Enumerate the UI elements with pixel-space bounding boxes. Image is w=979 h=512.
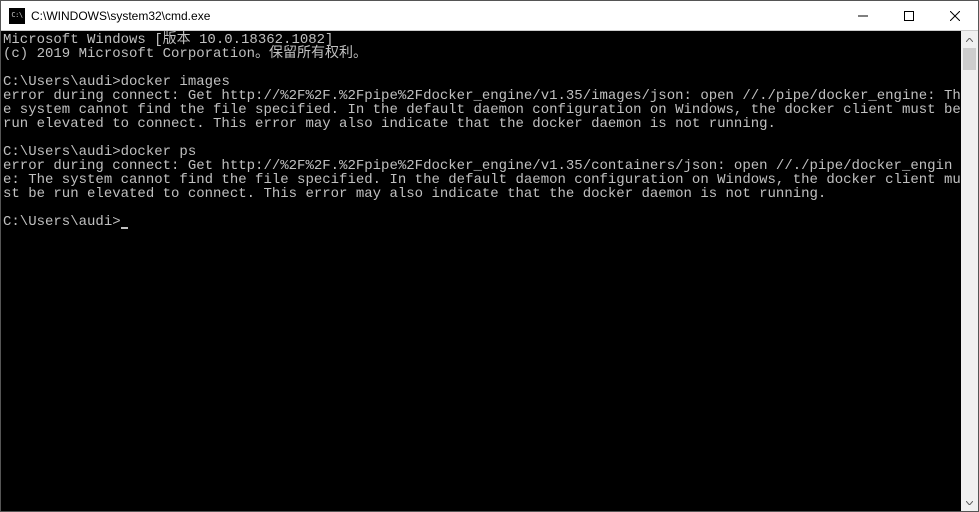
cmd-icon: C:\ [9, 8, 25, 24]
window-titlebar: C:\ C:\WINDOWS\system32\cmd.exe [1, 1, 978, 31]
prompt: C:\Users\audi> [3, 214, 121, 230]
scroll-up-button[interactable] [961, 31, 978, 48]
vertical-scrollbar[interactable] [961, 31, 978, 511]
scroll-down-button[interactable] [961, 494, 978, 511]
close-icon [950, 11, 960, 21]
maximize-icon [904, 11, 914, 21]
banner-line: (c) 2019 Microsoft Corporation。保留所有权利。 [3, 46, 367, 62]
scrollbar-thumb[interactable] [963, 48, 976, 70]
chevron-down-icon [966, 501, 973, 505]
console-output[interactable]: Microsoft Windows [版本 10.0.18362.1082] (… [1, 31, 961, 511]
window-controls [840, 1, 978, 30]
window-title: C:\WINDOWS\system32\cmd.exe [31, 1, 840, 31]
chevron-up-icon [966, 38, 973, 42]
minimize-icon [858, 11, 868, 21]
close-button[interactable] [932, 1, 978, 30]
output-text: error during connect: Get http://%2F%2F.… [3, 158, 961, 202]
output-text: error during connect: Get http://%2F%2F.… [3, 88, 961, 132]
scrollbar-track[interactable] [961, 48, 978, 494]
maximize-button[interactable] [886, 1, 932, 30]
cursor [121, 227, 128, 229]
minimize-button[interactable] [840, 1, 886, 30]
console-area: Microsoft Windows [版本 10.0.18362.1082] (… [1, 31, 978, 511]
